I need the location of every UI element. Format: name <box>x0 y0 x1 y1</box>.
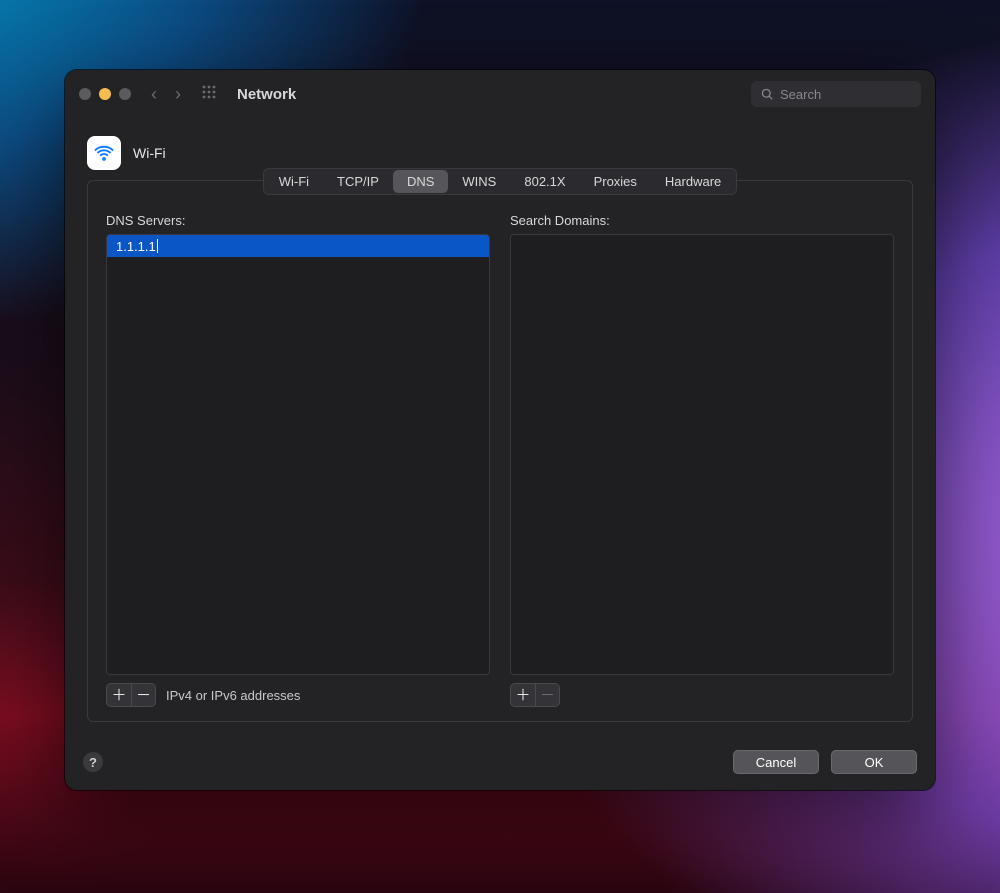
search-domains-label: Search Domains: <box>510 213 894 228</box>
forward-button[interactable]: › <box>171 84 185 105</box>
dns-servers-column: DNS Servers: 1.1.1.1 ＋ － IPv4 or IPv6 ad… <box>106 213 490 707</box>
dns-servers-pm-group: ＋ － <box>106 683 156 707</box>
search-placeholder: Search <box>780 87 821 102</box>
tab-hardware[interactable]: Hardware <box>651 170 735 193</box>
close-icon[interactable] <box>79 88 91 100</box>
show-all-icon[interactable] <box>195 84 223 105</box>
ok-button[interactable]: OK <box>831 750 917 774</box>
interface-name: Wi-Fi <box>133 145 166 161</box>
search-icon <box>761 88 774 101</box>
tab-wins[interactable]: WINS <box>448 170 510 193</box>
dns-server-row[interactable]: 1.1.1.1 <box>107 235 489 257</box>
wifi-icon <box>87 136 121 170</box>
window-title: Network <box>237 86 296 103</box>
footer: ? Cancel OK <box>65 738 935 790</box>
dns-server-value: 1.1.1.1 <box>116 239 156 254</box>
minimize-icon[interactable] <box>99 88 111 100</box>
search-field[interactable]: Search <box>751 81 921 107</box>
dns-servers-label: DNS Servers: <box>106 213 490 228</box>
add-dns-button[interactable]: ＋ <box>107 684 131 706</box>
dns-hint: IPv4 or IPv6 addresses <box>166 688 300 703</box>
remove-search-domain-button[interactable]: － <box>535 684 559 706</box>
search-domains-list[interactable] <box>510 234 894 675</box>
tab-8021x[interactable]: 802.1X <box>510 170 579 193</box>
help-button[interactable]: ? <box>83 752 103 772</box>
remove-dns-button[interactable]: － <box>131 684 155 706</box>
cancel-button[interactable]: Cancel <box>733 750 819 774</box>
search-domains-pm-group: ＋ － <box>510 683 560 707</box>
interface-header: Wi-Fi <box>87 136 913 170</box>
back-button[interactable]: ‹ <box>147 84 161 105</box>
search-domains-column: Search Domains: ＋ － <box>510 213 894 707</box>
traffic-lights <box>79 88 131 100</box>
tab-panel: Wi-FiTCP/IPDNSWINS802.1XProxiesHardware … <box>87 180 913 722</box>
content-area: Wi-Fi Wi-FiTCP/IPDNSWINS802.1XProxiesHar… <box>65 118 935 738</box>
tab-bar: Wi-FiTCP/IPDNSWINS802.1XProxiesHardware <box>263 168 738 195</box>
preferences-window: ‹ › Network Search Wi-Fi Wi-FiTCP/IPDNSW… <box>65 70 935 790</box>
tab-proxies[interactable]: Proxies <box>580 170 651 193</box>
tab-tcpip[interactable]: TCP/IP <box>323 170 393 193</box>
titlebar: ‹ › Network Search <box>65 70 935 118</box>
dns-columns: DNS Servers: 1.1.1.1 ＋ － IPv4 or IPv6 ad… <box>106 213 894 707</box>
text-caret <box>157 239 158 253</box>
add-search-domain-button[interactable]: ＋ <box>511 684 535 706</box>
zoom-icon[interactable] <box>119 88 131 100</box>
dns-servers-list[interactable]: 1.1.1.1 <box>106 234 490 675</box>
tab-dns[interactable]: DNS <box>393 170 448 193</box>
tab-wifi[interactable]: Wi-Fi <box>265 170 323 193</box>
